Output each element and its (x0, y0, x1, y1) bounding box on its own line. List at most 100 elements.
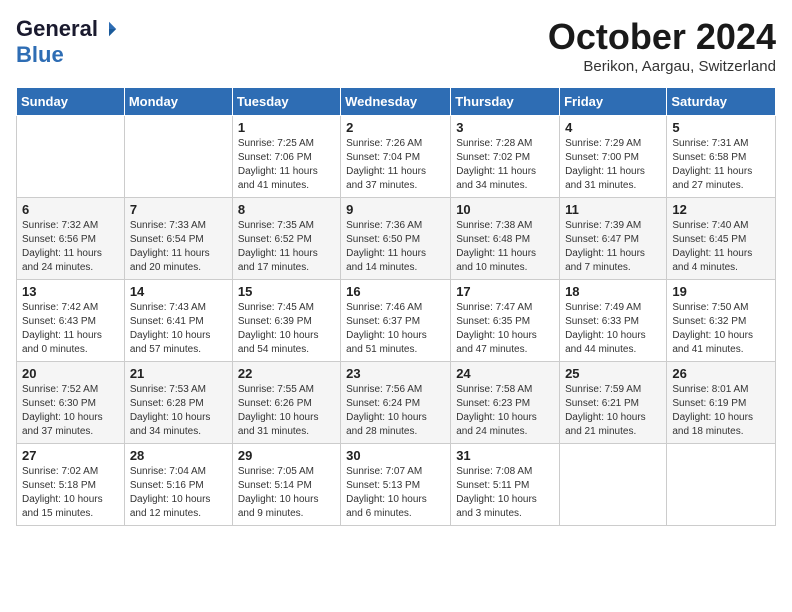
day-number: 13 (22, 284, 119, 299)
day-info: Sunrise: 7:28 AM Sunset: 7:02 PM Dayligh… (456, 137, 554, 193)
day-info: Sunrise: 7:25 AM Sunset: 7:06 PM Dayligh… (238, 137, 335, 193)
calendar-cell: 24 Sunrise: 7:58 AM Sunset: 6:23 PM Dayli… (451, 362, 560, 444)
day-number: 4 (565, 120, 661, 135)
calendar-cell (124, 116, 232, 198)
calendar-body: 1Sunrise: 7:25 AM Sunset: 7:06 PM Daylig… (17, 116, 776, 526)
calendar-cell: 6 Sunrise: 7:32 AM Sunset: 6:56 PM Daylig… (17, 198, 125, 280)
logo-general-text: General (16, 16, 98, 42)
calendar-cell (560, 444, 667, 526)
day-info: Sunrise: 7:04 AM Sunset: 5:16 PM Dayligh… (130, 465, 227, 521)
calendar-cell: 13Sunrise: 7:42 AM Sunset: 6:43 PM Dayli… (17, 280, 125, 362)
day-info: Sunrise: 7:55 AM Sunset: 6:26 PM Dayligh… (238, 383, 335, 439)
day-info: Sunrise: 7:52 AM Sunset: 6:30 PM Dayligh… (22, 383, 119, 439)
day-number: 11 (565, 202, 661, 217)
day-info: Sunrise: 7:45 AM Sunset: 6:39 PM Dayligh… (238, 301, 335, 357)
calendar-header-row: SundayMondayTuesdayWednesdayThursdayFrid… (17, 88, 776, 116)
day-info: Sunrise: 8:01 AM Sunset: 6:19 PM Dayligh… (672, 383, 770, 439)
logo-icon (100, 20, 118, 38)
day-info: Sunrise: 7:38 AM Sunset: 6:48 PM Dayligh… (456, 219, 554, 275)
day-number: 29 (238, 448, 335, 463)
calendar-cell: 3 Sunrise: 7:28 AM Sunset: 7:02 PM Daylig… (451, 116, 560, 198)
calendar-cell: 4 Sunrise: 7:29 AM Sunset: 7:00 PM Daylig… (560, 116, 667, 198)
calendar-week-row: 27Sunrise: 7:02 AM Sunset: 5:18 PM Dayli… (17, 444, 776, 526)
day-info: Sunrise: 7:56 AM Sunset: 6:24 PM Dayligh… (346, 383, 445, 439)
day-number: 17 (456, 284, 554, 299)
day-info: Sunrise: 7:33 AM Sunset: 6:54 PM Dayligh… (130, 219, 227, 275)
month-title: October 2024 (548, 16, 776, 58)
day-number: 9 (346, 202, 445, 217)
day-info: Sunrise: 7:50 AM Sunset: 6:32 PM Dayligh… (672, 301, 770, 357)
calendar-cell: 18 Sunrise: 7:49 AM Sunset: 6:33 PM Dayli… (560, 280, 667, 362)
calendar-cell: 28Sunrise: 7:04 AM Sunset: 5:16 PM Dayli… (124, 444, 232, 526)
day-number: 23 (346, 366, 445, 381)
calendar-cell: 26 Sunrise: 8:01 AM Sunset: 6:19 PM Dayli… (667, 362, 776, 444)
day-number: 19 (672, 284, 770, 299)
day-number: 3 (456, 120, 554, 135)
day-info: Sunrise: 7:49 AM Sunset: 6:33 PM Dayligh… (565, 301, 661, 357)
day-of-week-header: Thursday (451, 88, 560, 116)
day-info: Sunrise: 7:40 AM Sunset: 6:45 PM Dayligh… (672, 219, 770, 275)
day-number: 14 (130, 284, 227, 299)
day-info: Sunrise: 7:32 AM Sunset: 6:56 PM Dayligh… (22, 219, 119, 275)
title-block: October 2024 Berikon, Aargau, Switzerlan… (548, 16, 776, 75)
day-info: Sunrise: 7:59 AM Sunset: 6:21 PM Dayligh… (565, 383, 661, 439)
calendar-cell: 17 Sunrise: 7:47 AM Sunset: 6:35 PM Dayli… (451, 280, 560, 362)
day-number: 10 (456, 202, 554, 217)
day-of-week-header: Saturday (667, 88, 776, 116)
day-info: Sunrise: 7:05 AM Sunset: 5:14 PM Dayligh… (238, 465, 335, 521)
day-number: 5 (672, 120, 770, 135)
calendar-cell: 8 Sunrise: 7:35 AM Sunset: 6:52 PM Daylig… (232, 198, 340, 280)
day-number: 16 (346, 284, 445, 299)
logo-blue-text: Blue (16, 42, 64, 68)
day-info: Sunrise: 7:07 AM Sunset: 5:13 PM Dayligh… (346, 465, 445, 521)
day-of-week-header: Monday (124, 88, 232, 116)
day-number: 26 (672, 366, 770, 381)
day-info: Sunrise: 7:58 AM Sunset: 6:23 PM Dayligh… (456, 383, 554, 439)
calendar-cell: 16 Sunrise: 7:46 AM Sunset: 6:37 PM Dayli… (341, 280, 451, 362)
day-number: 30 (346, 448, 445, 463)
calendar-cell: 15 Sunrise: 7:45 AM Sunset: 6:39 PM Dayli… (232, 280, 340, 362)
day-of-week-header: Wednesday (341, 88, 451, 116)
day-of-week-header: Sunday (17, 88, 125, 116)
calendar-cell: 14 Sunrise: 7:43 AM Sunset: 6:41 PM Dayli… (124, 280, 232, 362)
day-number: 7 (130, 202, 227, 217)
calendar-cell: 21Sunrise: 7:53 AM Sunset: 6:28 PM Dayli… (124, 362, 232, 444)
day-info: Sunrise: 7:47 AM Sunset: 6:35 PM Dayligh… (456, 301, 554, 357)
calendar-cell: 12 Sunrise: 7:40 AM Sunset: 6:45 PM Dayli… (667, 198, 776, 280)
day-of-week-header: Tuesday (232, 88, 340, 116)
day-number: 25 (565, 366, 661, 381)
calendar-cell: 23 Sunrise: 7:56 AM Sunset: 6:24 PM Dayli… (341, 362, 451, 444)
day-number: 18 (565, 284, 661, 299)
day-number: 22 (238, 366, 335, 381)
calendar-cell: 31Sunrise: 7:08 AM Sunset: 5:11 PM Dayli… (451, 444, 560, 526)
logo: General Blue (16, 16, 118, 68)
calendar-cell: 25 Sunrise: 7:59 AM Sunset: 6:21 PM Dayli… (560, 362, 667, 444)
calendar-cell: 27Sunrise: 7:02 AM Sunset: 5:18 PM Dayli… (17, 444, 125, 526)
calendar-week-row: 20Sunrise: 7:52 AM Sunset: 6:30 PM Dayli… (17, 362, 776, 444)
calendar-cell: 29 Sunrise: 7:05 AM Sunset: 5:14 PM Dayli… (232, 444, 340, 526)
day-number: 24 (456, 366, 554, 381)
calendar-week-row: 6 Sunrise: 7:32 AM Sunset: 6:56 PM Daylig… (17, 198, 776, 280)
calendar-cell: 10 Sunrise: 7:38 AM Sunset: 6:48 PM Dayli… (451, 198, 560, 280)
day-number: 8 (238, 202, 335, 217)
day-info: Sunrise: 7:35 AM Sunset: 6:52 PM Dayligh… (238, 219, 335, 275)
day-info: Sunrise: 7:29 AM Sunset: 7:00 PM Dayligh… (565, 137, 661, 193)
calendar-cell: 9Sunrise: 7:36 AM Sunset: 6:50 PM Daylig… (341, 198, 451, 280)
day-number: 2 (346, 120, 445, 135)
calendar-week-row: 1Sunrise: 7:25 AM Sunset: 7:06 PM Daylig… (17, 116, 776, 198)
calendar-cell: 30 Sunrise: 7:07 AM Sunset: 5:13 PM Dayli… (341, 444, 451, 526)
calendar-cell: 1Sunrise: 7:25 AM Sunset: 7:06 PM Daylig… (232, 116, 340, 198)
day-info: Sunrise: 7:53 AM Sunset: 6:28 PM Dayligh… (130, 383, 227, 439)
day-number: 12 (672, 202, 770, 217)
day-info: Sunrise: 7:26 AM Sunset: 7:04 PM Dayligh… (346, 137, 445, 193)
day-info: Sunrise: 7:46 AM Sunset: 6:37 PM Dayligh… (346, 301, 445, 357)
day-number: 15 (238, 284, 335, 299)
calendar-cell: 5Sunrise: 7:31 AM Sunset: 6:58 PM Daylig… (667, 116, 776, 198)
day-info: Sunrise: 7:43 AM Sunset: 6:41 PM Dayligh… (130, 301, 227, 357)
calendar-cell (17, 116, 125, 198)
calendar-cell: 22 Sunrise: 7:55 AM Sunset: 6:26 PM Dayli… (232, 362, 340, 444)
calendar-cell: 20Sunrise: 7:52 AM Sunset: 6:30 PM Dayli… (17, 362, 125, 444)
day-number: 6 (22, 202, 119, 217)
calendar-cell (667, 444, 776, 526)
day-number: 31 (456, 448, 554, 463)
